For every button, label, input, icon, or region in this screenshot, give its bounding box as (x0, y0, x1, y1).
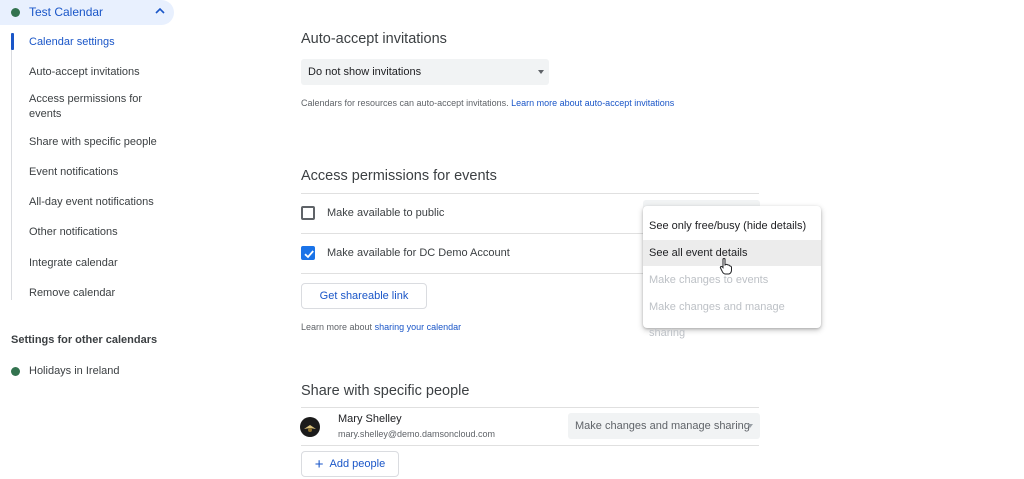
plus-icon: + (314, 455, 324, 473)
auto-accept-heading: Auto-accept invitations (301, 31, 447, 47)
auto-accept-select-value: Do not show invitations (308, 66, 422, 78)
sidebar-item-access-permissions[interactable]: Access permissions for events (29, 92, 159, 122)
account-checkbox-label: Make available for DC Demo Account (327, 247, 510, 259)
person-name: Mary Shelley (338, 413, 402, 425)
sidebar-item-share-specific[interactable]: Share with specific people (29, 135, 157, 150)
sidebar-item-calendar-settings[interactable]: Calendar settings (29, 35, 115, 50)
sidebar-item-auto-accept[interactable]: Auto-accept invitations (29, 65, 140, 80)
person-permission-value: Make changes and manage sharing (575, 420, 750, 432)
hand-cursor-icon (719, 258, 732, 275)
sidebar-item-all-day-notifications[interactable]: All-day event notifications (29, 195, 154, 210)
sharing-help: Learn more about sharing your calendar (301, 322, 461, 332)
access-permissions-heading: Access permissions for events (301, 168, 497, 184)
nav-active-indicator (11, 33, 14, 50)
person-email: mary.shelley@demo.damsoncloud.com (338, 429, 496, 439)
divider (301, 193, 759, 194)
auto-accept-learn-more-link[interactable]: Learn more about auto-accept invitations (511, 98, 674, 108)
public-checkbox[interactable] (301, 206, 315, 220)
divider (301, 445, 759, 446)
chevron-up-icon[interactable] (154, 5, 166, 17)
add-people-label: Add people (329, 458, 386, 470)
sidebar-item-integrate-calendar[interactable]: Integrate calendar (29, 256, 118, 271)
auto-accept-help-text: Calendars for resources can auto-accept … (301, 98, 509, 108)
calendar-header-test-calendar[interactable]: Test Calendar (0, 0, 174, 25)
sharing-learn-more-link[interactable]: sharing your calendar (375, 322, 462, 332)
add-people-button[interactable]: + Add people (301, 451, 399, 477)
public-checkbox-label: Make available to public (327, 207, 445, 219)
menu-item-free-busy[interactable]: See only free/busy (hide details) (643, 213, 821, 239)
person-permission-select[interactable]: Make changes and manage sharing (568, 413, 760, 439)
check-icon (304, 250, 314, 259)
sidebar-item-holidays-ireland[interactable]: Holidays in Ireland (0, 362, 170, 380)
calendar-color-dot (11, 8, 20, 17)
auto-accept-help: Calendars for resources can auto-accept … (301, 98, 674, 108)
nav-divider (11, 35, 12, 300)
sidebar-item-other-notifications[interactable]: Other notifications (29, 225, 118, 240)
divider (301, 407, 759, 408)
settings-sidebar: Test Calendar Calendar settings Auto-acc… (0, 0, 180, 479)
share-specific-heading: Share with specific people (301, 383, 470, 399)
calendar-name: Test Calendar (29, 5, 104, 19)
other-calendars-heading: Settings for other calendars (11, 334, 158, 346)
sharing-help-text: Learn more about (301, 322, 373, 332)
avatar (300, 417, 320, 437)
avatar-image (304, 425, 316, 432)
get-shareable-link-button[interactable]: Get shareable link (301, 283, 427, 309)
sidebar-item-event-notifications[interactable]: Event notifications (29, 165, 118, 180)
auto-accept-select[interactable]: Do not show invitations (301, 59, 549, 85)
menu-item-manage-sharing: Make changes and manage sharing (649, 301, 785, 339)
calendar-name: Holidays in Ireland (29, 365, 120, 377)
caret-down-icon (538, 70, 544, 74)
sidebar-item-remove-calendar[interactable]: Remove calendar (29, 286, 115, 301)
account-checkbox[interactable] (301, 246, 315, 260)
calendar-color-dot (11, 367, 20, 376)
caret-down-icon (747, 424, 753, 428)
